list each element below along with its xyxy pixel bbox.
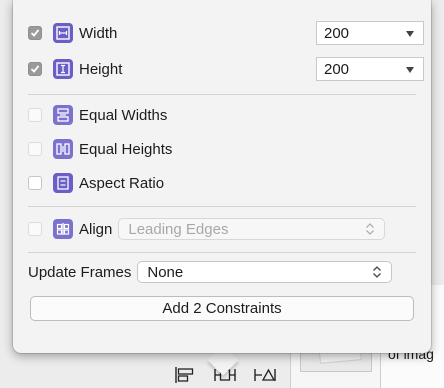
updown-chevron-icon xyxy=(366,223,375,235)
equal-widths-row: Equal Widths xyxy=(28,104,167,126)
height-label: Height xyxy=(79,60,123,78)
align-icon xyxy=(53,219,73,239)
width-value: 200 xyxy=(324,24,350,42)
align-value: Leading Edges xyxy=(128,220,229,238)
height-row: Height xyxy=(28,58,122,80)
popover-arrow-cover xyxy=(213,340,259,352)
align-checkbox[interactable] xyxy=(28,222,42,236)
aspect-ratio-checkbox[interactable] xyxy=(28,176,42,190)
aspect-ratio-row: Aspect Ratio xyxy=(28,172,164,194)
align-popup[interactable]: Leading Edges xyxy=(118,218,386,240)
checkmark-icon xyxy=(30,29,40,37)
equal-widths-icon xyxy=(53,105,73,125)
update-frames-value: None xyxy=(147,263,184,281)
equal-heights-row: Equal Heights xyxy=(28,138,172,160)
width-label: Width xyxy=(79,24,118,42)
separator xyxy=(28,206,416,207)
width-checkbox[interactable] xyxy=(28,26,42,40)
equal-widths-checkbox[interactable] xyxy=(28,108,42,122)
separator xyxy=(28,252,416,253)
resolve-toolbar-icon[interactable] xyxy=(251,365,279,385)
add-constraints-button[interactable]: Add 2 Constraints xyxy=(30,296,414,321)
height-value: 200 xyxy=(324,60,350,78)
updown-chevron-icon xyxy=(373,266,382,278)
height-checkbox[interactable] xyxy=(28,62,42,76)
update-frames-row: Update Frames None xyxy=(28,261,393,283)
equal-widths-label: Equal Widths xyxy=(79,106,168,124)
chevron-down-icon[interactable] xyxy=(406,31,414,37)
width-row: Width xyxy=(28,22,117,44)
checkmark-icon xyxy=(30,65,40,73)
height-constraint-icon xyxy=(53,59,73,79)
equal-heights-label: Equal Heights xyxy=(79,140,173,158)
align-row: Align Leading Edges xyxy=(28,218,386,240)
width-value-field[interactable]: 200 xyxy=(316,21,424,45)
height-value-field[interactable]: 200 xyxy=(316,57,424,81)
equal-heights-checkbox[interactable] xyxy=(28,142,42,156)
align-label: Align xyxy=(79,220,113,238)
add-constraints-popover: Width 200 Height 200 Equal Widths Equal … xyxy=(13,0,431,353)
equal-heights-icon xyxy=(53,139,73,159)
separator xyxy=(28,94,416,95)
chevron-down-icon[interactable] xyxy=(406,67,414,73)
aspect-ratio-label: Aspect Ratio xyxy=(79,174,165,192)
width-constraint-icon xyxy=(53,23,73,43)
update-frames-popup[interactable]: None xyxy=(137,261,393,283)
aspect-ratio-icon xyxy=(53,173,73,193)
align-toolbar-icon[interactable] xyxy=(171,365,199,385)
update-frames-label: Update Frames xyxy=(28,263,132,281)
